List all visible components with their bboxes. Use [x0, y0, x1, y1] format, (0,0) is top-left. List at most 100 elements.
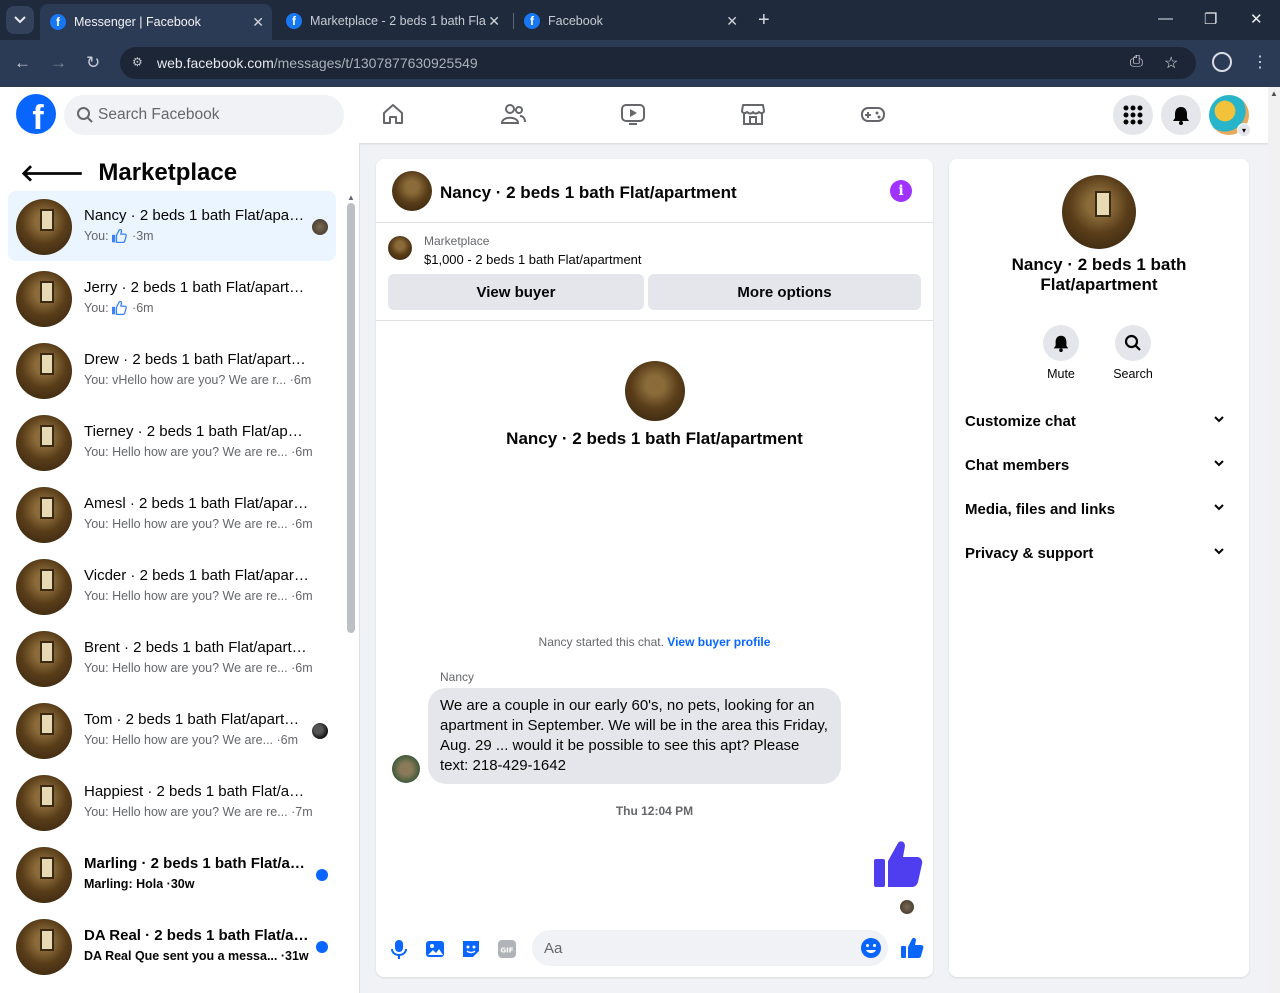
emoji-icon[interactable] — [860, 937, 882, 959]
site-settings-icon[interactable]: ⚙ — [132, 55, 148, 71]
new-tab-icon[interactable]: + — [758, 10, 770, 30]
restore-icon[interactable]: ❐ — [1204, 10, 1217, 28]
message-bubble[interactable]: We are a couple in our early 60's, no pe… — [428, 688, 841, 784]
close-tab-icon[interactable]: ✕ — [252, 14, 264, 31]
sidebar-scrollbar[interactable] — [347, 203, 355, 633]
search-in-chat-button[interactable] — [1115, 325, 1151, 361]
facebook-favicon-icon: f — [286, 13, 302, 29]
conversation-item[interactable]: Happiest · 2 beds 1 bath Flat/apartment Y… — [8, 767, 336, 837]
browser-tab-facebook[interactable]: f Facebook ✕ — [514, 4, 746, 38]
bookmark-star-icon[interactable]: ☆ — [1164, 53, 1178, 73]
preview-author: You: — [84, 301, 109, 315]
like-button-icon[interactable] — [900, 937, 924, 959]
account-avatar[interactable]: ▾ — [1209, 95, 1251, 137]
address-bar[interactable]: ⚙ web.facebook.com/messages/t/1307877630… — [120, 47, 1196, 79]
sender-avatar[interactable] — [392, 755, 420, 783]
conversation-avatar — [16, 271, 72, 327]
scroll-up-icon[interactable]: ▲ — [1270, 89, 1278, 98]
conversation-item[interactable]: Tom · 2 beds 1 bath Flat/apartment You: H… — [8, 695, 336, 765]
photo-icon[interactable] — [424, 938, 446, 960]
browser-tab-messenger[interactable]: f Messenger | Facebook ✕ — [40, 4, 272, 40]
conversation-avatar — [16, 487, 72, 543]
preview-author: You: — [84, 805, 109, 819]
message-composer[interactable] — [532, 930, 888, 966]
mute-action[interactable]: Mute — [1031, 325, 1091, 381]
chat-header: Nancy · 2 beds 1 bath Flat/apartment i — [376, 159, 933, 223]
microphone-icon[interactable] — [388, 938, 410, 960]
privacy-support-section[interactable]: Privacy & support — [957, 533, 1241, 573]
facebook-logo-icon[interactable]: f — [16, 94, 56, 134]
close-tab-icon[interactable]: ✕ — [488, 13, 500, 30]
conversation-item[interactable]: Brent · 2 beds 1 bath Flat/apartment You:… — [8, 623, 336, 693]
preview-separator: · — [287, 589, 296, 603]
more-options-button[interactable]: More options — [648, 274, 921, 310]
message-input[interactable] — [544, 930, 844, 966]
install-app-icon[interactable]: ⎙ — [1130, 53, 1143, 71]
scroll-up-icon[interactable]: ▲ — [347, 193, 355, 202]
conversation-item[interactable]: DA Real · 2 beds 1 bath Flat/apartment DA… — [8, 911, 336, 981]
browser-profile-icon[interactable] — [1212, 52, 1232, 72]
conversation-avatar — [16, 631, 72, 687]
chat-members-section[interactable]: Chat members — [957, 445, 1241, 485]
close-tab-icon[interactable]: ✕ — [726, 13, 738, 30]
search-input[interactable] — [98, 95, 328, 135]
preview-separator: · — [277, 949, 286, 963]
friends-icon[interactable] — [500, 101, 526, 127]
chat-title[interactable]: Nancy · 2 beds 1 bath Flat/apartment — [440, 183, 737, 203]
customize-chat-section[interactable]: Customize chat — [957, 401, 1241, 441]
marketplace-icon[interactable] — [740, 101, 766, 127]
media-files-links-section[interactable]: Media, files and links — [957, 489, 1241, 529]
home-icon[interactable] — [380, 101, 406, 127]
mute-button[interactable] — [1043, 325, 1079, 361]
seen-receipt-avatar — [900, 900, 914, 914]
forward-arrow-icon[interactable]: → — [50, 53, 67, 73]
view-buyer-button[interactable]: View buyer — [388, 274, 644, 310]
seen-avatar — [312, 219, 328, 235]
conversation-preview: You: vHello how are you? We are r... · 6m — [84, 373, 324, 387]
chat-avatar[interactable] — [392, 171, 432, 211]
notifications-button[interactable] — [1161, 95, 1201, 135]
watch-icon[interactable] — [620, 101, 646, 127]
facebook-search[interactable] — [64, 95, 344, 135]
info-icon[interactable]: i — [890, 180, 912, 202]
listing-price[interactable]: $1,000 - 2 beds 1 bath Flat/apartment — [424, 252, 642, 267]
conversation-item[interactable]: Vicder · 2 beds 1 bath Flat/apartment You… — [8, 551, 336, 621]
browser-menu-icon[interactable]: ⋮ — [1252, 52, 1268, 72]
page-scrollbar[interactable]: ▲ — [1268, 87, 1280, 993]
preview-text: Hello how are you? We are re... — [112, 445, 288, 459]
reload-icon[interactable]: ↻ — [86, 53, 100, 73]
close-window-icon[interactable]: ✕ — [1250, 10, 1263, 28]
back-arrow-icon[interactable]: ← — [14, 53, 31, 73]
url-text[interactable]: web.facebook.com/messages/t/130787763092… — [157, 55, 478, 71]
conversation-item[interactable]: Marling · 2 beds 1 bath Flat/apartment Ma… — [8, 839, 336, 909]
search-action[interactable]: Search — [1103, 325, 1163, 381]
preview-separator: · — [287, 661, 296, 675]
sidebar-header: 🡐 Marketplace — [20, 158, 237, 188]
sidebar-title: Marketplace — [98, 159, 238, 186]
conversation-item[interactable]: Nancy · 2 beds 1 bath Flat/apartment You:… — [8, 191, 336, 261]
conversation-item[interactable]: Drew · 2 beds 1 bath Flat/apartment You: … — [8, 335, 336, 405]
back-arrow-icon[interactable]: 🡐 — [20, 158, 84, 188]
listing-thumbnail — [388, 236, 412, 260]
minimize-icon[interactable]: — — [1158, 10, 1173, 27]
conversation-preview: You: Hello how are you? We are re... · 6m — [84, 445, 324, 459]
browser-tab-marketplace[interactable]: f Marketplace - 2 beds 1 bath Fla ✕ — [276, 4, 508, 38]
sticker-icon[interactable] — [460, 938, 482, 960]
bell-icon — [1053, 335, 1069, 352]
menu-grid-icon — [1123, 105, 1143, 125]
gaming-icon[interactable] — [860, 101, 886, 127]
preview-separator: · — [128, 301, 137, 315]
tab-search-button[interactable] — [6, 6, 34, 34]
mute-label: Mute — [1047, 367, 1075, 381]
gif-icon[interactable]: GIF — [496, 938, 518, 960]
conversation-name: Jerry · 2 beds 1 bath Flat/apartment — [84, 279, 309, 296]
conversation-item[interactable]: Tierney · 2 beds 1 bath Flat/apartment Yo… — [8, 407, 336, 477]
conversation-item[interactable]: Amesl · 2 beds 1 bath Flat/apartment You:… — [8, 479, 336, 549]
menu-grid-button[interactable] — [1113, 95, 1153, 135]
preview-author: You: — [84, 589, 109, 603]
view-buyer-profile-link[interactable]: View buyer profile — [667, 635, 770, 649]
details-avatar[interactable] — [1062, 175, 1136, 249]
conversation-name: DA Real · 2 beds 1 bath Flat/apartment — [84, 927, 309, 944]
conversation-item[interactable]: Jerry · 2 beds 1 bath Flat/apartment You:… — [8, 263, 336, 333]
sent-like-icon[interactable] — [872, 839, 924, 889]
